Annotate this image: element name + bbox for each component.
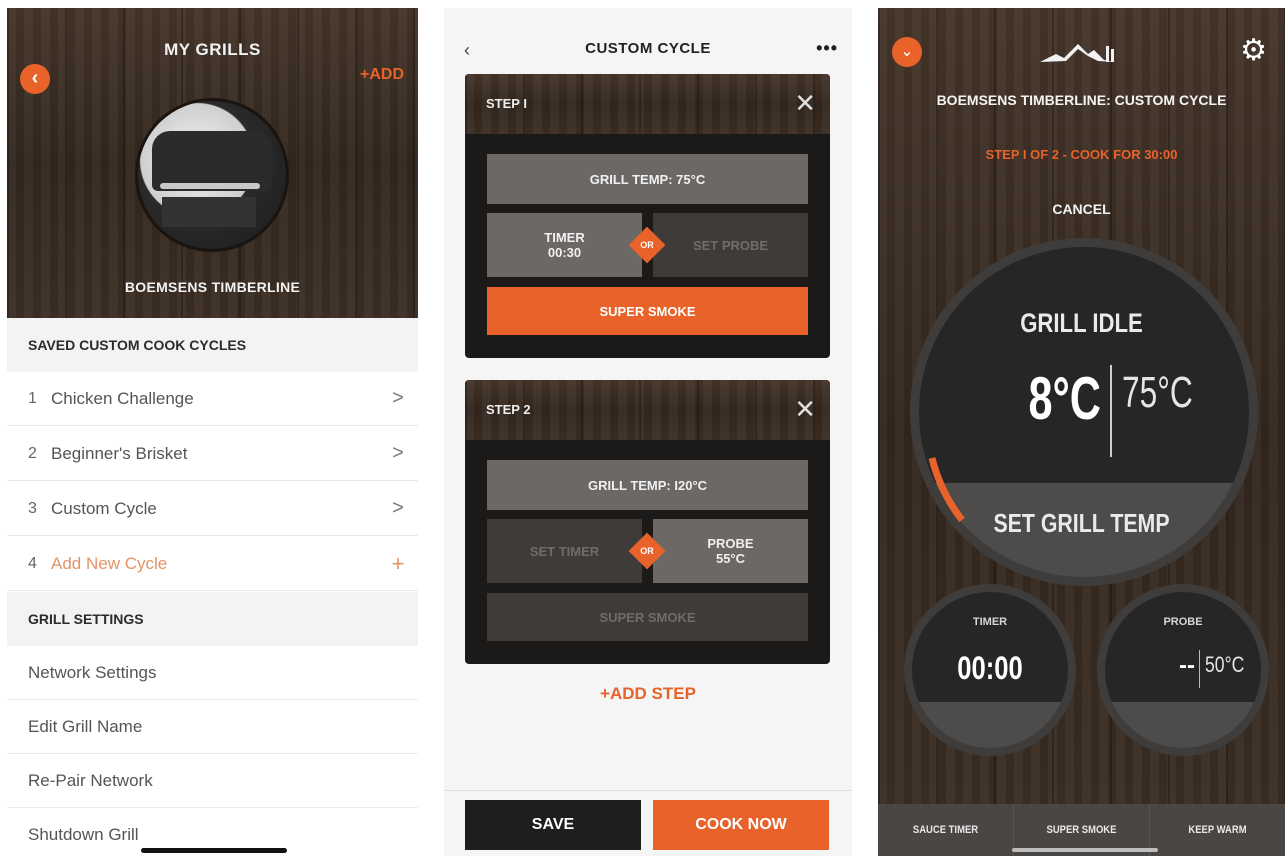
super-smoke-button[interactable]: SUPER SMOKE [487,593,808,641]
sauce-timer-tab[interactable]: SAUCE TIMER [887,804,1003,856]
set-probe-button[interactable]: SET PROBE [653,213,808,277]
or-diamond-icon: OR [628,532,666,570]
cycle-title: BOEMSENS TIMBERLINE: CUSTOM CYCLE [936,92,1227,108]
super-smoke-button[interactable]: SUPER SMOKE [487,287,808,335]
probe-button[interactable]: PROBE 55°C [653,519,808,583]
probe-target-temp: 50°C [1205,652,1245,677]
step-progress-text: STEP I OF 2 - COOK FOR 30:00 [985,147,1178,162]
probe-caption: PROBE [1163,616,1203,628]
or-label: OR [640,546,654,556]
step-card-2: STEP 2 ✕ GRILL TEMP: I20°C SET TIMER PRO… [465,380,830,664]
close-icon[interactable]: ✕ [794,394,816,424]
grill-control-screen: ⌄ ⚙ BOEMSENS TIMBERLINE: CUSTOM CYCLE ST… [878,8,1285,856]
more-options-icon[interactable]: ••• [816,38,838,59]
chevron-left-icon: ‹ [31,67,39,89]
cook-now-button[interactable]: COOK NOW [653,800,829,850]
grill-body-shape [152,131,272,191]
timer-caption: TIMER [972,616,1008,628]
cycle-label: Beginner's Brisket [51,443,188,463]
grill-cart-shape [162,197,256,227]
probe-dial-lower [1105,702,1261,748]
cycle-row[interactable]: 2 Beginner's Brisket > [7,427,418,481]
plus-icon: + [391,550,405,576]
cycle-number: 4 [28,554,37,572]
timer-value: 00:00 [957,650,1023,686]
collapse-button[interactable]: ⌄ [892,37,922,67]
or-label: OR [640,240,654,250]
cycle-number: 2 [28,444,37,462]
temp-divider [1110,365,1112,457]
cycle-label: Chicken Challenge [51,388,194,408]
cycle-row[interactable]: 3 Custom Cycle > [7,482,418,536]
nav-bar: ‹ CUSTOM CYCLE ••• [444,8,852,60]
keep-warm-tab[interactable]: KEEP WARM [1159,804,1275,856]
grill-photo [135,98,289,252]
cancel-button[interactable]: CANCEL [878,201,1285,217]
home-indicator [141,848,287,853]
or-diamond-icon: OR [628,226,666,264]
set-grill-temp-button[interactable]: SET GRILL TEMP [915,508,1249,539]
probe-current-temp: -- [1179,652,1195,679]
target-temp: 75°C [1122,368,1193,417]
chevron-right-icon: > [392,442,404,464]
home-indicator [1012,848,1158,852]
grill-temp-button[interactable]: GRILL TEMP: 75°C [487,154,808,204]
chevron-right-icon: > [392,387,404,409]
close-icon[interactable]: ✕ [794,88,816,118]
saved-cycles-header: SAVED CUSTOM COOK CYCLES [7,318,418,372]
network-settings-item[interactable]: Network Settings [7,646,418,700]
chevron-down-icon: ⌄ [900,43,914,60]
step-label: STEP I [486,96,527,111]
step-header: STEP I ✕ [465,74,830,134]
save-button[interactable]: SAVE [465,800,641,850]
grill-status: GRILL IDLE [1020,308,1143,338]
re-pair-network-item[interactable]: Re-Pair Network [7,754,418,808]
step-label: STEP 2 [486,402,531,417]
grill-header: MY GRILLS ‹ +ADD BOEMSENS TIMBERLINE [7,8,418,318]
timer-dial[interactable]: TIMER 00:00 [904,584,1076,756]
grill-settings-header: GRILL SETTINGS [7,592,418,646]
cycle-row[interactable]: 1 Chicken Challenge > [7,372,418,426]
custom-cycle-screen: ‹ CUSTOM CYCLE ••• STEP I ✕ GRILL TEMP: … [444,8,852,856]
grill-handle-shape [160,183,260,189]
probe-value: 55°C [715,551,746,566]
step-header: STEP 2 ✕ [465,380,830,440]
page-title: MY GRILLS [164,40,261,59]
timer-value: 00:30 [547,245,582,260]
timer-label: TIMER [544,230,585,245]
cycle-number: 3 [28,499,37,517]
probe-dial[interactable]: PROBE -- 50°C [1097,584,1269,756]
grill-temp-button[interactable]: GRILL TEMP: I20°C [487,460,808,510]
add-cycle-row[interactable]: 4 Add New Cycle + [7,537,418,591]
add-step-button[interactable]: +ADD STEP [444,684,852,704]
probe-divider [1199,650,1200,688]
add-grill-button[interactable]: +ADD [360,66,404,84]
mountain-logo-icon [1040,44,1116,62]
my-grills-screen: MY GRILLS ‹ +ADD BOEMSENS TIMBERLINE SAV… [7,8,418,856]
edit-grill-name-item[interactable]: Edit Grill Name [7,700,418,754]
timer-dial-lower [912,702,1068,748]
cycle-label: Custom Cycle [51,498,157,518]
probe-label: PROBE [707,536,754,551]
add-cycle-label: Add New Cycle [51,553,168,573]
back-button[interactable]: ‹ [20,64,50,94]
chevron-right-icon: > [392,497,404,519]
timer-button[interactable]: TIMER 00:30 [487,213,642,277]
cycle-number: 1 [28,389,37,407]
set-timer-button[interactable]: SET TIMER [487,519,642,583]
page-title: CUSTOM CYCLE [585,40,711,57]
gear-icon[interactable]: ⚙ [1240,34,1267,68]
current-temp: 8°C [1028,365,1101,432]
grill-name: BOEMSENS TIMBERLINE [124,279,301,295]
step-card-1: STEP I ✕ GRILL TEMP: 75°C TIMER 00:30 SE… [465,74,830,358]
